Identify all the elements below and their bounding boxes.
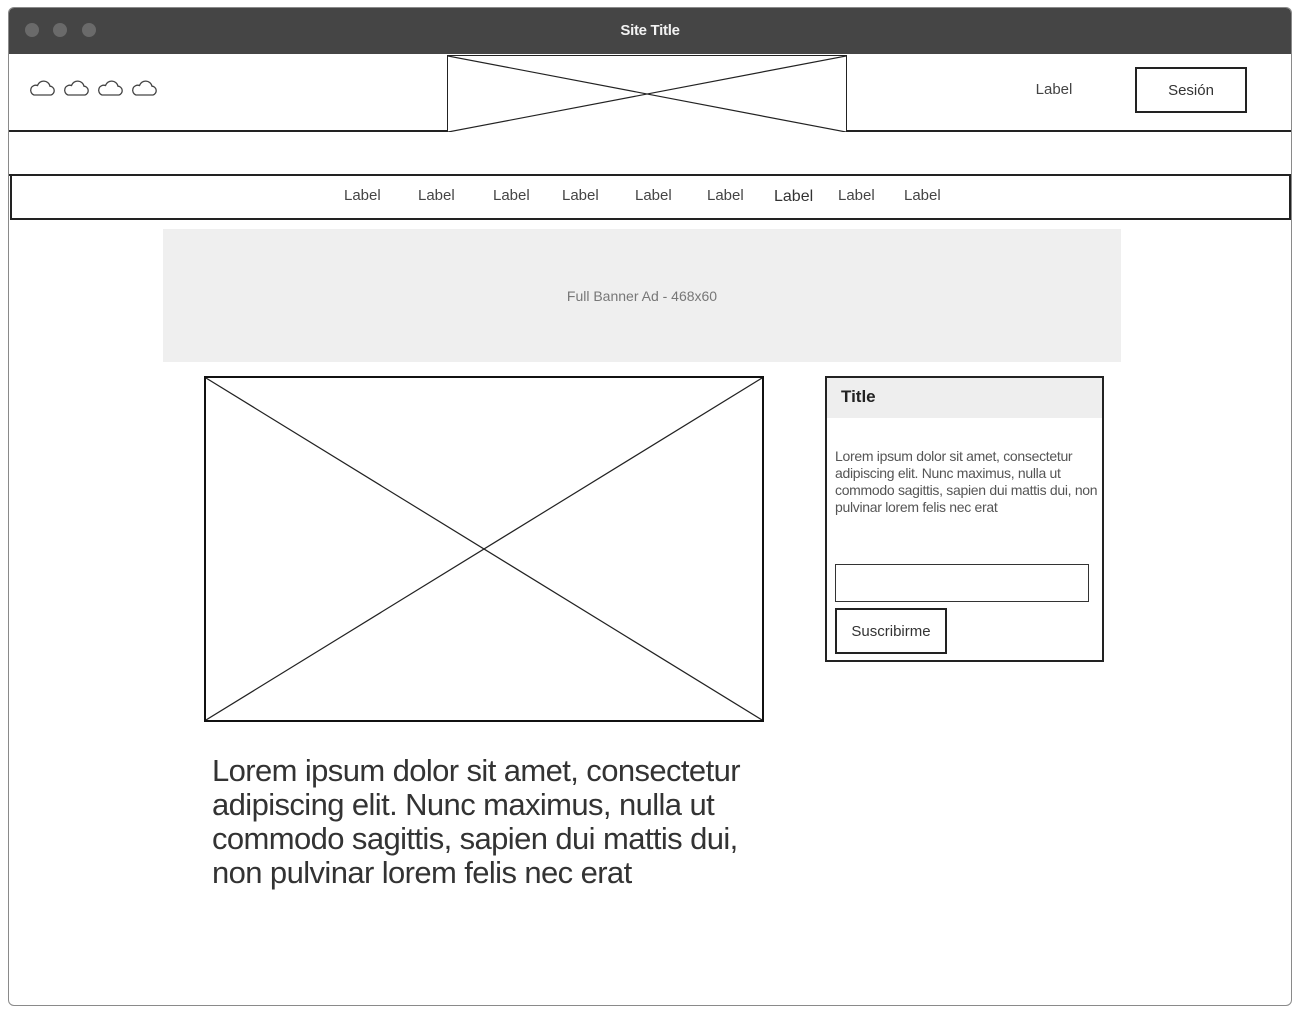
main-navigation: Label Label Label Label Label Label Labe… — [10, 176, 1291, 220]
browser-window: Site Title Label Sesión Label Label Labe… — [8, 7, 1292, 1006]
banner-ad[interactable]: Full Banner Ad - 468x60 — [163, 229, 1121, 362]
nav-item[interactable]: Label — [344, 187, 381, 204]
cloud-icon — [30, 80, 55, 96]
nav-item[interactable]: Label — [493, 187, 530, 204]
article-text: Lorem ipsum dolor sit amet, consectetur … — [212, 753, 741, 890]
cloud-icon — [98, 80, 123, 96]
nav-item[interactable]: Label — [635, 187, 672, 204]
window-title: Site Title — [620, 22, 680, 39]
subscribe-widget: Title Lorem ipsum dolor sit amet, consec… — [825, 376, 1104, 662]
nav-item[interactable]: Label — [707, 187, 744, 204]
nav-item-active[interactable]: Label — [774, 188, 813, 206]
site-header: Label Sesión — [9, 54, 1291, 132]
banner-ad-text: Full Banner Ad - 468x60 — [566, 287, 718, 304]
nav-item[interactable]: Label — [838, 187, 875, 204]
widget-text: Lorem ipsum dolor sit amet, consectetur … — [835, 448, 1098, 515]
weather-icons — [29, 79, 159, 97]
widget-title: Title — [827, 378, 1102, 418]
subscribe-email-input[interactable] — [835, 564, 1089, 602]
header-link-label[interactable]: Label — [1009, 81, 1099, 98]
logo-image-placeholder[interactable] — [447, 55, 847, 132]
secondary-bar — [9, 132, 1291, 176]
cloud-icon — [64, 80, 89, 96]
nav-item[interactable]: Label — [562, 187, 599, 204]
title-bar: Site Title — [9, 8, 1291, 54]
nav-item[interactable]: Label — [904, 187, 941, 204]
session-button[interactable]: Sesión — [1135, 67, 1247, 113]
image-placeholder-icon — [206, 378, 762, 720]
hero-image-placeholder[interactable] — [204, 376, 764, 722]
cloud-icon — [132, 80, 157, 96]
subscribe-button[interactable]: Suscribirme — [835, 608, 947, 654]
nav-item[interactable]: Label — [418, 187, 455, 204]
image-placeholder-icon — [448, 56, 846, 132]
